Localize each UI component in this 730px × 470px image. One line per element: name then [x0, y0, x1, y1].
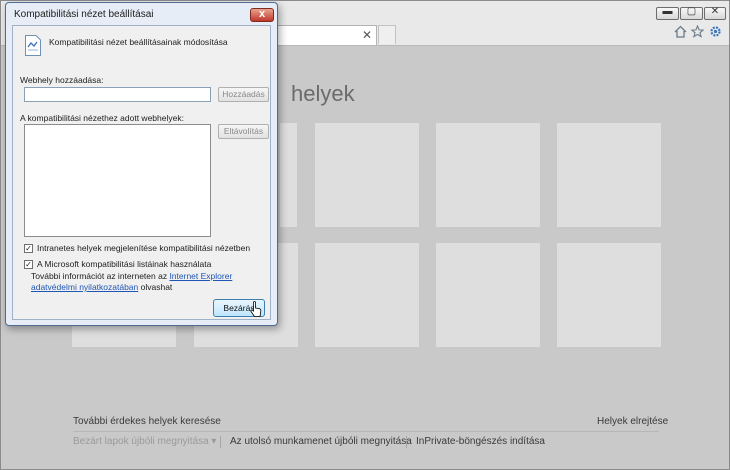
- add-button[interactable]: Hozzáadás: [218, 87, 269, 102]
- divider: [406, 436, 407, 448]
- site-tile[interactable]: [436, 123, 540, 227]
- site-tile[interactable]: [557, 123, 661, 227]
- minimize-button[interactable]: ▬: [656, 6, 679, 20]
- site-tile[interactable]: [557, 243, 661, 347]
- browser-tab[interactable]: ✕: [277, 25, 377, 45]
- page-heading: helyek: [291, 81, 355, 106]
- site-tile[interactable]: [280, 123, 297, 227]
- info-text: További információt az interneten az Int…: [31, 271, 269, 293]
- divider: [220, 436, 221, 448]
- info-suffix: olvashat: [138, 282, 173, 292]
- remove-button[interactable]: Eltávolítás: [218, 124, 269, 139]
- hand-cursor-icon: [250, 301, 262, 317]
- new-tab-button[interactable]: [378, 25, 396, 44]
- star-icon[interactable]: [690, 24, 705, 41]
- ms-list-checkbox[interactable]: ✓: [24, 260, 33, 269]
- info-prefix: További információt az interneten az: [31, 271, 170, 281]
- dialog-heading: Kompatibilitási nézet beállításainak mód…: [49, 37, 228, 47]
- site-tile[interactable]: [315, 243, 419, 347]
- intranet-checkbox-label: Intranetes helyek megjelenítése kompatib…: [37, 243, 251, 253]
- inprivate-link[interactable]: InPrivate-böngészés indítása: [416, 436, 545, 447]
- site-list[interactable]: [24, 124, 211, 237]
- tab-close-icon[interactable]: ✕: [362, 28, 372, 42]
- home-icon[interactable]: [674, 25, 687, 41]
- hide-sites-link[interactable]: Helyek elrejtése: [597, 416, 668, 427]
- chevron-down-icon: ▾: [211, 436, 217, 447]
- site-tile[interactable]: [436, 243, 540, 347]
- find-more-sites-link[interactable]: További érdekes helyek keresése: [73, 416, 221, 427]
- gear-icon[interactable]: [709, 25, 722, 41]
- dialog-title: Kompatibilitási nézet beállításai: [14, 9, 154, 20]
- dialog-close-button[interactable]: x: [250, 8, 274, 22]
- window-close-button[interactable]: ✕: [704, 6, 726, 20]
- compatibility-view-dialog: Kompatibilitási nézet beállításai x Komp…: [5, 2, 278, 326]
- reopen-closed-tabs-label: Bezárt lapok újbóli megnyitása: [73, 436, 209, 447]
- document-icon: [25, 35, 41, 56]
- ms-list-checkbox-label: A Microsoft kompatibilitási listáinak ha…: [37, 259, 212, 269]
- close-icon: x: [258, 8, 266, 20]
- site-tile[interactable]: [315, 123, 419, 227]
- site-list-label: A kompatibilitási nézethez adott webhely…: [20, 113, 184, 123]
- maximize-button[interactable]: ▢: [680, 6, 703, 20]
- add-site-label: Webhely hozzáadása:: [20, 75, 104, 85]
- reopen-last-session-link[interactable]: Az utolsó munkamenet újbóli megnyitása: [230, 436, 412, 447]
- add-site-input[interactable]: [24, 87, 211, 102]
- dialog-body: Kompatibilitási nézet beállításainak mód…: [12, 25, 271, 320]
- reopen-closed-tabs-link[interactable]: Bezárt lapok újbóli megnyitása ▾: [73, 436, 216, 447]
- divider: [73, 431, 659, 432]
- intranet-checkbox[interactable]: ✓: [24, 244, 33, 253]
